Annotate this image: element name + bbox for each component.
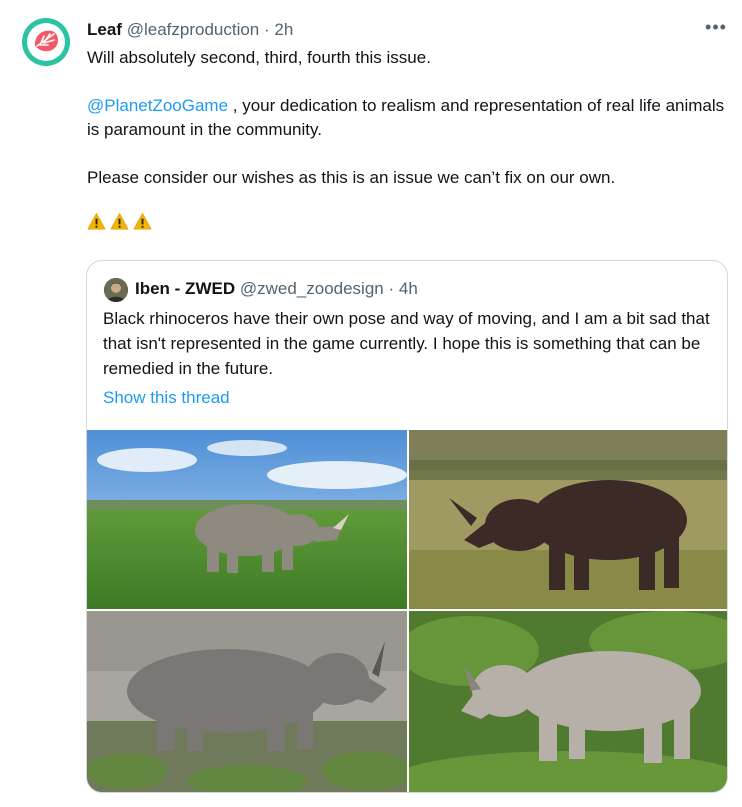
author-avatar[interactable]	[22, 18, 70, 66]
leaf-logo-icon	[22, 18, 70, 66]
quoted-author-avatar[interactable]	[104, 278, 128, 302]
quoted-tweet[interactable]: Iben - ZWED @zwed_zoodesign · 4h Black r…	[86, 260, 728, 793]
media-image-4[interactable]	[409, 611, 727, 792]
rhino-photo-image	[409, 430, 727, 609]
warning-emojis	[87, 212, 727, 231]
media-image-2[interactable]	[409, 430, 727, 609]
media-image-3[interactable]	[87, 611, 407, 792]
mention-link[interactable]: @PlanetZooGame	[87, 96, 228, 115]
more-icon[interactable]: •••	[704, 17, 728, 41]
author-handle[interactable]: @leafzproduction	[127, 20, 260, 39]
tweet-line-3: Please consider our wishes as this is an…	[87, 168, 616, 187]
media-grid	[87, 430, 727, 792]
tweet[interactable]: Leaf @leafzproduction · 2h ••• Will abso…	[0, 0, 742, 807]
person-avatar-icon	[104, 278, 128, 302]
rhino-photo-image	[87, 430, 407, 609]
show-thread-link[interactable]: Show this thread	[103, 386, 230, 410]
quoted-text: Black rhinoceros have their own pose and…	[103, 309, 710, 378]
tweet-line-1: Will absolutely second, third, fourth th…	[87, 48, 431, 67]
tweet-body: Will absolutely second, third, fourth th…	[87, 46, 727, 231]
header-separator: ·	[264, 20, 270, 39]
rhino-photo-image	[409, 611, 727, 792]
quoted-author-name[interactable]: Iben - ZWED	[135, 279, 235, 298]
quoted-separator: ·	[388, 279, 395, 298]
tweet-line-2: @PlanetZooGame , your dedication to real…	[87, 94, 727, 142]
quoted-header: Iben - ZWED @zwed_zoodesign · 4h	[135, 277, 418, 301]
quoted-author-handle[interactable]: @zwed_zoodesign	[240, 279, 384, 298]
quoted-time[interactable]: 4h	[399, 279, 418, 298]
author-name[interactable]: Leaf	[87, 20, 122, 39]
tweet-time[interactable]: 2h	[274, 20, 293, 39]
tweet-header: Leaf @leafzproduction · 2h	[87, 19, 293, 41]
warning-icon	[87, 213, 106, 230]
media-image-1[interactable]	[87, 430, 407, 609]
rhino-photo-image	[87, 611, 407, 792]
warning-icon	[133, 213, 152, 230]
warning-icon	[110, 213, 129, 230]
